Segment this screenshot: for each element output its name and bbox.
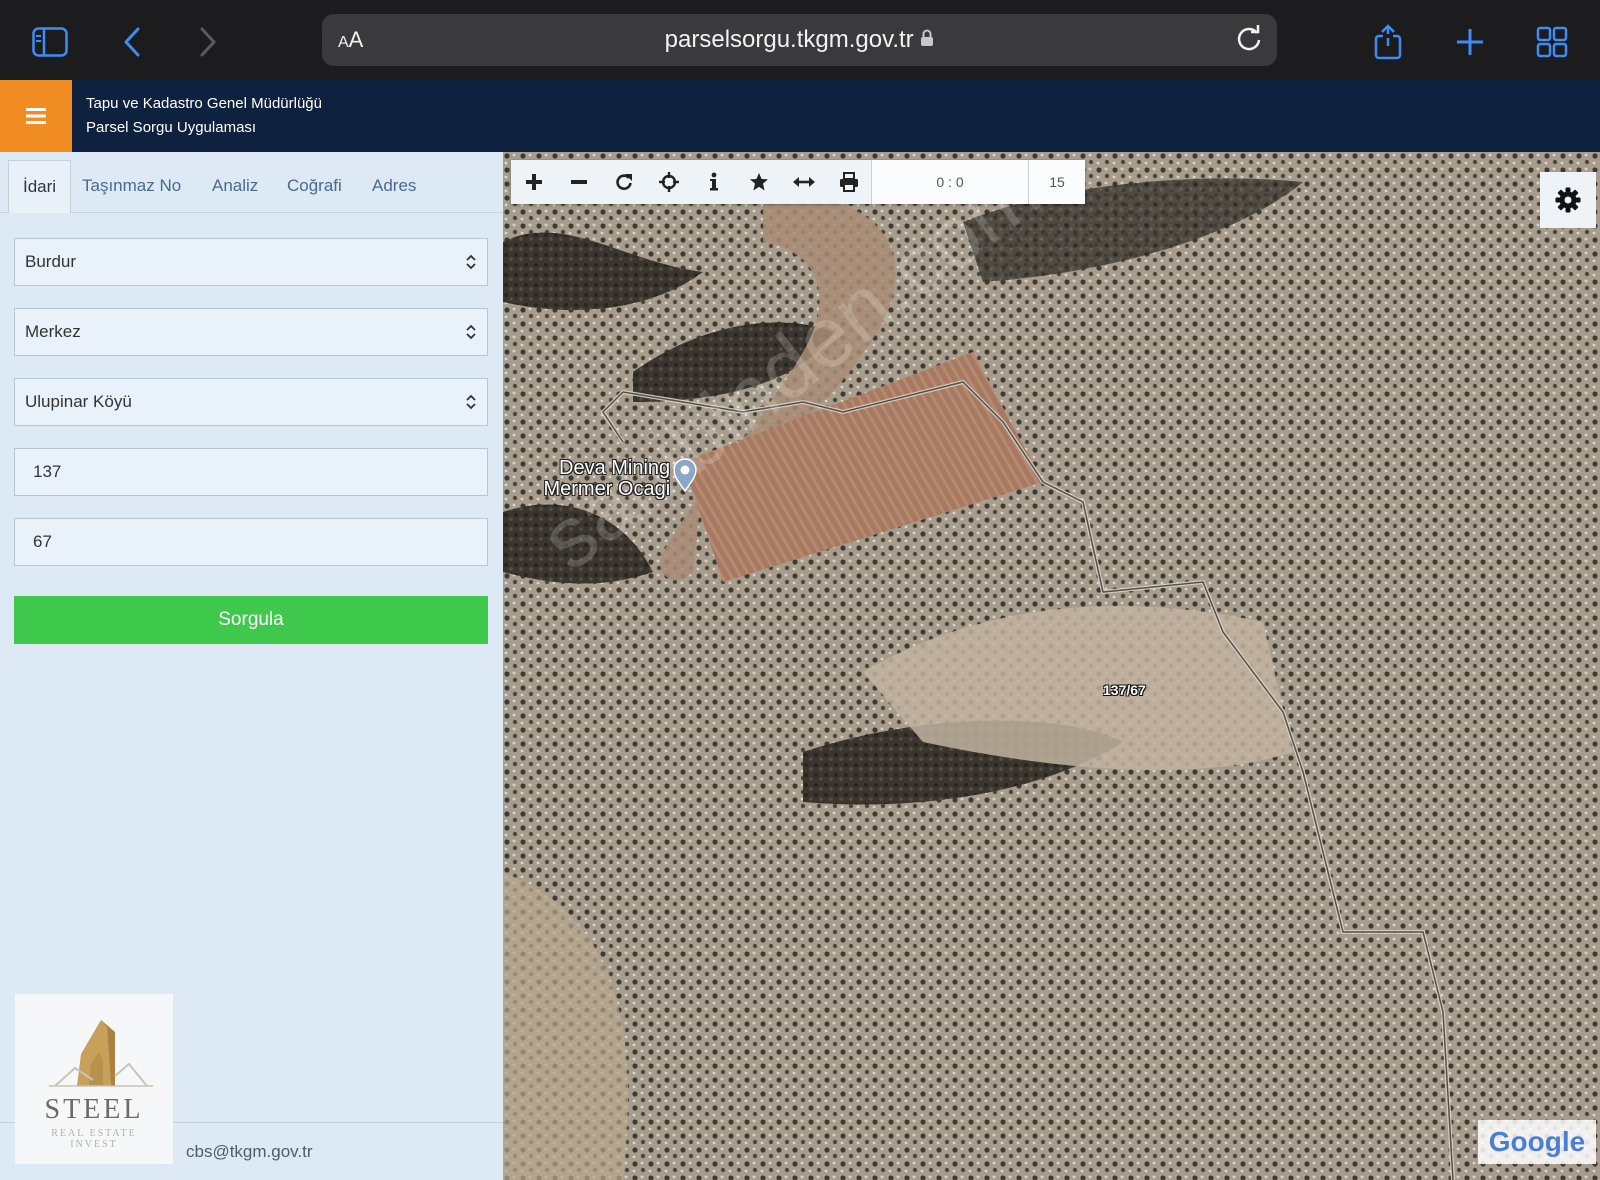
back-icon[interactable] [112, 22, 152, 62]
select-chevron-icon [466, 254, 476, 270]
map-settings-button[interactable] [1540, 172, 1596, 228]
menu-button[interactable] [0, 80, 72, 152]
tab-tasinmaz-no[interactable]: Taşınmaz No [68, 160, 195, 212]
zoom-level: 15 [1028, 160, 1085, 204]
info-button[interactable] [691, 160, 736, 204]
parcel-no-value: 67 [33, 532, 52, 551]
tabs-overview-icon[interactable] [1532, 22, 1572, 62]
info-icon [709, 172, 718, 191]
logo-subtitle: REAL ESTATE [51, 1128, 137, 1139]
app-title-line1: Tapu ve Kadastro Genel Müdürlüğü [86, 95, 322, 112]
refresh-icon [615, 174, 632, 190]
parcel-no-input[interactable]: 67 [14, 518, 488, 566]
province-select[interactable]: Burdur [14, 238, 488, 286]
address-bar[interactable]: AA parselsorgu.tkgm.gov.tr [322, 14, 1277, 66]
place-label: Deva Mining Mermer Ocagi [541, 458, 670, 500]
block-no-input[interactable]: 137 [14, 448, 488, 496]
app-header: Tapu ve Kadastro Genel Müdürlüğü Parsel … [0, 80, 1600, 152]
footer-email[interactable]: cbs@tkgm.gov.tr [186, 1142, 313, 1162]
url-text: parselsorgu.tkgm.gov.tr [664, 26, 914, 53]
plus-icon [525, 174, 542, 190]
map-toolbar: 0 : 0 15 [511, 160, 1085, 204]
place-label-line1: Deva Mining [559, 457, 671, 479]
minus-icon [570, 180, 587, 184]
zoom-in-button[interactable] [511, 160, 556, 204]
block-no-value: 137 [33, 462, 62, 481]
favorite-button[interactable] [736, 160, 781, 204]
select-chevron-icon [466, 324, 476, 340]
lock-icon [920, 26, 934, 53]
crosshair-icon [658, 172, 679, 192]
sorgula-button[interactable]: Sorgula [14, 596, 488, 644]
tab-adres[interactable]: Adres [358, 160, 430, 212]
village-select[interactable]: Ulupinar Köyü [14, 378, 488, 426]
browser-toolbar: AA parselsorgu.tkgm.gov.tr [0, 0, 1600, 80]
tab-bar: İdari Taşınmaz No Analiz Coğrafi Adres [0, 152, 503, 213]
app-title-line2: Parsel Sorgu Uygulaması [86, 119, 257, 136]
new-tab-icon[interactable] [1450, 22, 1490, 62]
tab-cografi[interactable]: Coğrafi [273, 160, 356, 212]
village-value: Ulupinar Köyü [25, 392, 132, 411]
zoom-out-button[interactable] [556, 160, 601, 204]
tab-idari[interactable]: İdari [8, 160, 72, 213]
measure-button[interactable] [781, 160, 826, 204]
share-icon[interactable] [1368, 22, 1408, 62]
star-icon [749, 173, 768, 191]
gear-icon [1555, 187, 1581, 213]
google-attribution: Google [1478, 1120, 1596, 1164]
logo-subtitle-2: INVEST [70, 1139, 118, 1150]
print-icon [839, 172, 858, 192]
reload-icon[interactable] [1231, 22, 1267, 58]
locate-button[interactable] [646, 160, 691, 204]
refresh-button[interactable] [601, 160, 646, 204]
print-button[interactable] [826, 160, 871, 204]
query-panel: İdari Taşınmaz No Analiz Coğrafi Adres B… [0, 152, 503, 1180]
select-chevron-icon [466, 394, 476, 410]
satellite-map[interactable]: sahibinden.com 0 : 0 15 Deva Mining Merm… [503, 152, 1600, 1180]
province-value: Burdur [25, 252, 77, 271]
hamburger-icon [26, 108, 46, 124]
place-marker-icon[interactable] [673, 458, 697, 497]
satellite-imagery [503, 152, 1600, 1180]
steel-logo: STEEL REAL ESTATE INVEST [15, 994, 173, 1164]
parcel-label[interactable]: 137/67 [1103, 682, 1146, 698]
sidebar-toggle-icon[interactable] [30, 22, 70, 62]
building-logo-icon [49, 1020, 153, 1087]
coordinate-readout: 0 : 0 [871, 160, 1028, 204]
app-title: Tapu ve Kadastro Genel Müdürlüğü Parsel … [86, 92, 322, 140]
district-value: Merkez [25, 322, 81, 341]
district-select[interactable]: Merkez [14, 308, 488, 356]
measure-arrows-icon [792, 177, 815, 187]
logo-name: STEEL [44, 1094, 144, 1125]
tab-analiz[interactable]: Analiz [198, 160, 272, 212]
place-label-line2: Mermer Ocagi [543, 478, 671, 500]
forward-icon[interactable] [188, 22, 228, 62]
